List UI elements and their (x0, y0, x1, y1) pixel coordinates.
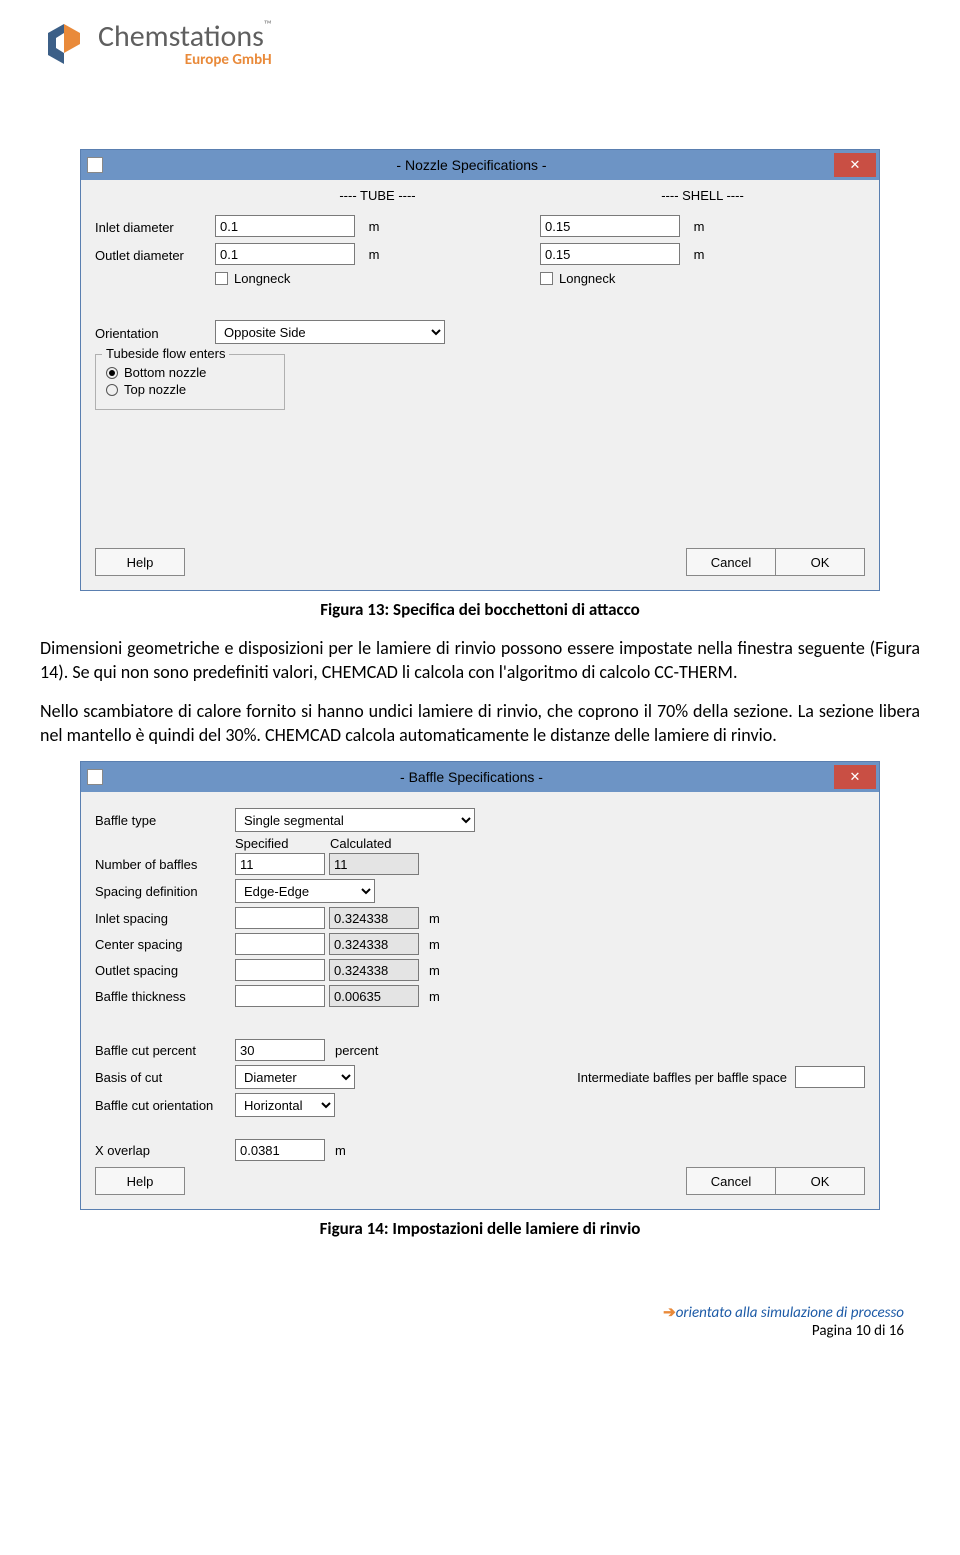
orientation-select[interactable]: Opposite Side (215, 320, 445, 344)
outlet-spacing-label: Outlet spacing (95, 963, 235, 978)
outlet-spacing-calc (329, 959, 419, 981)
basis-cut-select[interactable]: Diameter (235, 1065, 355, 1089)
cut-orient-select[interactable]: Horizontal (235, 1093, 335, 1117)
calculated-header: Calculated (330, 836, 425, 851)
cut-percent-input[interactable] (235, 1039, 325, 1061)
company-logo: Chemstations™ Europe GmbH (0, 0, 960, 69)
dialog-title: - Baffle Specifications - (109, 769, 834, 785)
bottom-nozzle-radio[interactable]: Bottom nozzle (106, 365, 274, 380)
num-baffles-label: Number of baffles (95, 857, 235, 872)
outlet-spacing-spec-input[interactable] (235, 959, 325, 981)
unit-label: m (429, 989, 440, 1004)
logo-name: Chemstations™ (98, 18, 272, 55)
baffle-type-select[interactable]: Single segmental (235, 808, 475, 832)
ok-button[interactable]: OK (775, 1167, 865, 1195)
app-icon (87, 157, 103, 173)
baffle-thick-label: Baffle thickness (95, 989, 235, 1004)
outlet-label: Outlet diameter (95, 245, 215, 263)
tube-header: ---- TUBE ---- (215, 188, 540, 203)
specified-header: Specified (235, 836, 330, 851)
num-baffles-spec-input[interactable] (235, 853, 325, 875)
page-number: Pagina 10 di 16 (0, 1322, 960, 1340)
unit-label: m (429, 911, 440, 926)
logo-sub: Europe GmbH (185, 51, 272, 69)
help-button[interactable]: Help (95, 548, 185, 576)
logo-icon (40, 20, 88, 68)
unit-label: m (694, 219, 705, 234)
tubeside-flow-group: Tubeside flow enters Bottom nozzle Top n… (95, 354, 285, 410)
inlet-spacing-label: Inlet spacing (95, 911, 235, 926)
inlet-spacing-spec-input[interactable] (235, 907, 325, 929)
shell-longneck-checkbox[interactable]: Longneck (540, 271, 615, 286)
interm-baffles-input[interactable] (795, 1066, 865, 1088)
group-legend: Tubeside flow enters (102, 346, 229, 361)
shell-outlet-input[interactable] (540, 243, 680, 265)
baffle-thick-spec-input[interactable] (235, 985, 325, 1007)
x-overlap-input[interactable] (235, 1139, 325, 1161)
titlebar: - Baffle Specifications - ✕ (81, 762, 879, 792)
top-nozzle-radio[interactable]: Top nozzle (106, 382, 274, 397)
interm-baffles-label: Intermediate baffles per baffle space (577, 1070, 787, 1085)
inlet-label: Inlet diameter (95, 217, 215, 235)
baffle-thick-calc (329, 985, 419, 1007)
cut-orient-label: Baffle cut orientation (95, 1098, 235, 1113)
shell-header: ---- SHELL ---- (540, 188, 865, 203)
footer-tagline: ➔orientato alla simulazione di processo (0, 1303, 960, 1322)
arrow-icon: ➔ (663, 1304, 676, 1322)
unit-label: m (369, 247, 380, 262)
unit-label: m (369, 219, 380, 234)
shell-inlet-input[interactable] (540, 215, 680, 237)
x-overlap-label: X overlap (95, 1143, 235, 1158)
basis-cut-label: Basis of cut (95, 1070, 235, 1085)
tube-outlet-input[interactable] (215, 243, 355, 265)
unit-label: m (429, 963, 440, 978)
figure-caption-13: Figura 13: Specifica dei bocchettoni di … (40, 599, 920, 620)
center-spacing-label: Center spacing (95, 937, 235, 952)
help-button[interactable]: Help (95, 1167, 185, 1195)
body-text-1: Dimensioni geometriche e disposizioni pe… (40, 636, 920, 685)
tube-inlet-input[interactable] (215, 215, 355, 237)
unit-label: m (429, 937, 440, 952)
center-spacing-spec-input[interactable] (235, 933, 325, 955)
titlebar: - Nozzle Specifications - ✕ (81, 150, 879, 180)
dialog-title: - Nozzle Specifications - (109, 157, 834, 173)
app-icon (87, 769, 103, 785)
cancel-button[interactable]: Cancel (686, 1167, 776, 1195)
unit-label: m (694, 247, 705, 262)
orientation-label: Orientation (95, 323, 215, 341)
percent-unit: percent (335, 1043, 378, 1058)
ok-button[interactable]: OK (775, 548, 865, 576)
baffle-spec-dialog: - Baffle Specifications - ✕ Baffle type … (80, 761, 880, 1210)
baffle-type-label: Baffle type (95, 813, 235, 828)
spacing-def-select[interactable]: Edge-Edge (235, 879, 375, 903)
inlet-spacing-calc (329, 907, 419, 929)
close-button[interactable]: ✕ (834, 765, 876, 789)
cancel-button[interactable]: Cancel (686, 548, 776, 576)
figure-caption-14: Figura 14: Impostazioni delle lamiere di… (40, 1218, 920, 1239)
spacing-def-label: Spacing definition (95, 884, 235, 899)
center-spacing-calc (329, 933, 419, 955)
unit-label: m (335, 1143, 346, 1158)
num-baffles-calc (329, 853, 419, 875)
close-button[interactable]: ✕ (834, 153, 876, 177)
tube-longneck-checkbox[interactable]: Longneck (215, 271, 290, 286)
cut-percent-label: Baffle cut percent (95, 1043, 235, 1058)
nozzle-spec-dialog: - Nozzle Specifications - ✕ ---- TUBE --… (80, 149, 880, 591)
body-text-2: Nello scambiatore di calore fornito si h… (40, 699, 920, 748)
